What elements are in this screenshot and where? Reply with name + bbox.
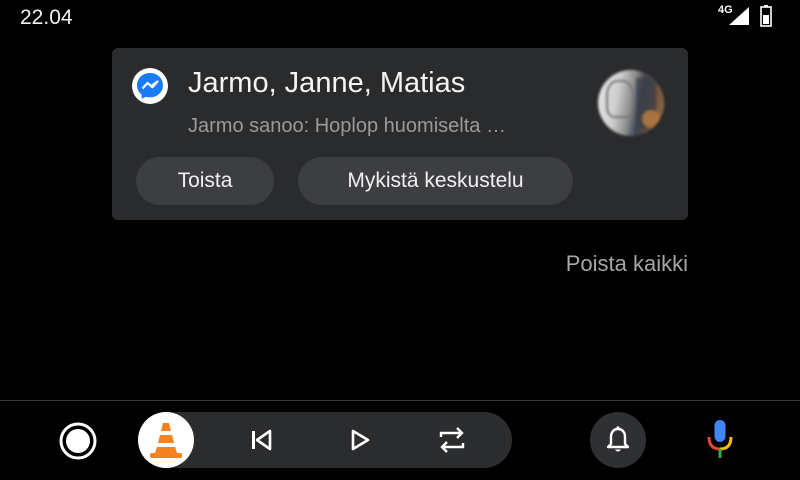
notification-preview: Jarmo sanoo: Hoplop huomiselta … <box>188 115 506 137</box>
notifications-button[interactable] <box>590 412 646 468</box>
nav-bar <box>0 401 800 480</box>
skip-previous-button[interactable] <box>244 423 278 457</box>
notification-title: Jarmo, Janne, Matias <box>188 67 466 99</box>
microphone-icon <box>707 420 733 458</box>
repeat-button[interactable] <box>435 423 469 457</box>
messenger-icon <box>132 68 168 104</box>
media-app-button[interactable] <box>138 412 194 468</box>
notification-card[interactable]: Jarmo, Janne, Matias Jarmo sanoo: Hoplop… <box>112 48 688 220</box>
play-icon <box>351 429 370 451</box>
home-circle-icon <box>59 422 97 460</box>
play-button[interactable] <box>342 423 376 457</box>
status-bar: 22.04 4G <box>0 0 800 36</box>
mute-conversation-button[interactable]: Mykistä keskustelu <box>298 157 573 205</box>
vlc-cone-icon <box>150 423 182 458</box>
clock: 22.04 <box>20 6 73 29</box>
bell-icon <box>606 426 630 452</box>
media-controls <box>138 412 512 468</box>
repeat-icon <box>439 427 465 453</box>
voice-assistant-button[interactable] <box>702 417 738 463</box>
clear-all-button[interactable]: Poista kaikki <box>566 251 688 277</box>
replay-button[interactable]: Toista <box>136 157 274 205</box>
skip-previous-icon <box>252 429 272 451</box>
battery-icon <box>760 5 772 27</box>
group-avatar <box>598 70 664 136</box>
cell-signal-icon <box>729 7 749 25</box>
home-button[interactable] <box>58 421 98 461</box>
